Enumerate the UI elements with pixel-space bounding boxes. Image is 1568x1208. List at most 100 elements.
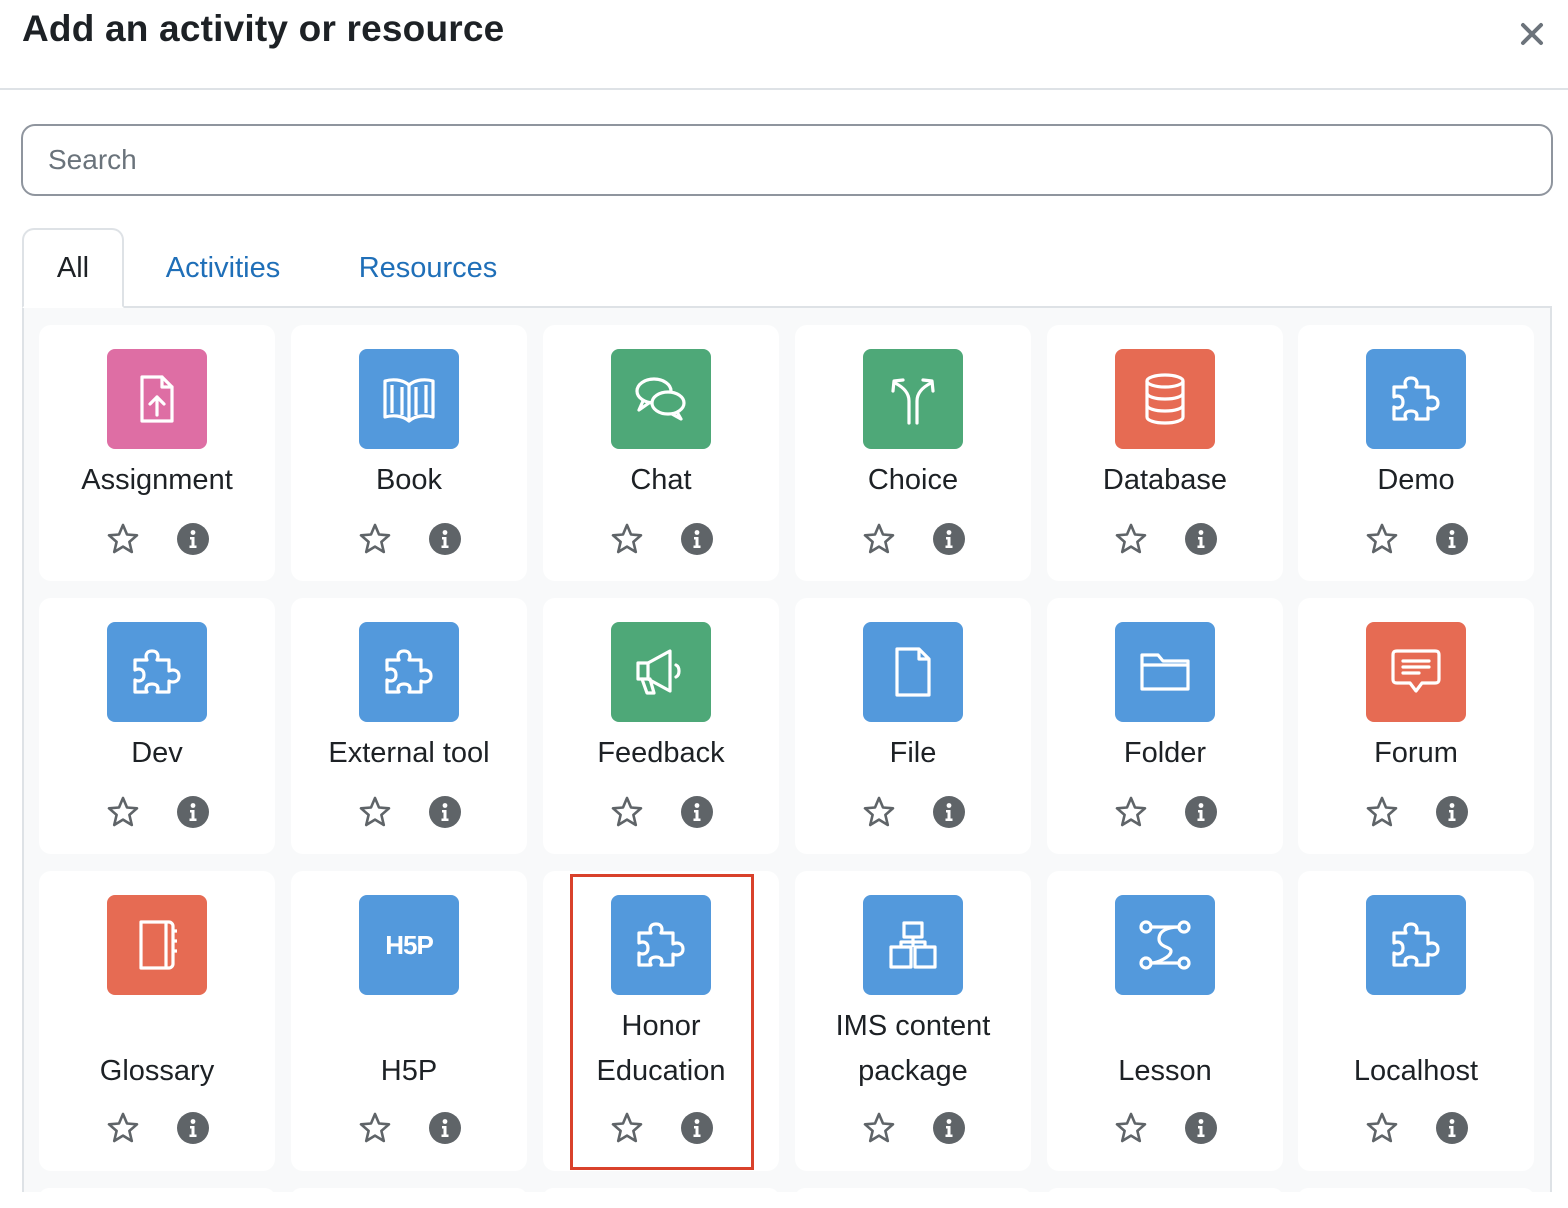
activity-card[interactable]: Book [291, 325, 527, 581]
glossary-icon [107, 895, 207, 995]
info-icon[interactable] [177, 523, 209, 555]
file-icon [863, 622, 963, 722]
h5p-logo-text: H5P [385, 929, 434, 960]
database-icon [1115, 349, 1215, 449]
star-icon[interactable] [357, 794, 393, 830]
star-icon[interactable] [609, 521, 645, 557]
star-icon[interactable] [609, 794, 645, 830]
activity-name: Choice [867, 464, 959, 496]
tab-label: All [56, 251, 90, 284]
star-icon[interactable] [1113, 1110, 1149, 1146]
tab-bar: All Activities Resources [22, 228, 1552, 308]
info-icon[interactable] [681, 1112, 713, 1144]
folder-icon [1115, 622, 1215, 722]
activity-name: Demo [1377, 464, 1455, 496]
star-icon[interactable] [1113, 521, 1149, 557]
activity-card[interactable]: Assignment [39, 325, 275, 581]
info-icon[interactable] [1436, 523, 1468, 555]
activity-name: Lesson [1118, 1055, 1212, 1087]
info-icon[interactable] [1185, 523, 1217, 555]
info-icon[interactable] [1436, 1112, 1468, 1144]
activity-card-partial[interactable] [1047, 1188, 1283, 1208]
activity-card[interactable]: Demo [1298, 325, 1534, 581]
close-icon [1521, 23, 1543, 45]
info-icon[interactable] [933, 1112, 965, 1144]
info-icon[interactable] [1185, 796, 1217, 828]
info-icon[interactable] [681, 796, 713, 828]
dialog-header: Add an activity or resource [0, 0, 1568, 90]
book-icon [359, 349, 459, 449]
activity-name: Glossary [99, 1055, 215, 1087]
activity-card[interactable]: External tool [291, 598, 527, 854]
tab-activities[interactable]: Activities [150, 228, 296, 308]
activity-name: Localhost [1353, 1055, 1479, 1087]
activity-name: External tool [328, 737, 490, 769]
star-icon[interactable] [1364, 794, 1400, 830]
dialog-title: Add an activity or resource [22, 8, 505, 49]
activity-card[interactable]: H5P H5P [291, 871, 527, 1171]
puzzle-icon [611, 895, 711, 995]
tab-all[interactable]: All [22, 228, 124, 308]
activity-card-partial[interactable] [291, 1188, 527, 1208]
activity-name: File [889, 737, 937, 769]
activity-card[interactable]: Lesson [1047, 871, 1283, 1171]
close-button[interactable] [1512, 16, 1552, 52]
activity-name: Database [1102, 464, 1228, 496]
activity-name: Book [375, 464, 443, 496]
tab-label: Activities [165, 251, 281, 284]
info-icon[interactable] [933, 523, 965, 555]
chat-bubbles-icon [611, 349, 711, 449]
activity-card[interactable]: Folder [1047, 598, 1283, 854]
star-icon[interactable] [105, 521, 141, 557]
activity-card[interactable]: Honor Education [543, 871, 779, 1171]
activity-card-partial[interactable] [1298, 1188, 1534, 1208]
info-icon[interactable] [429, 523, 461, 555]
info-icon[interactable] [429, 796, 461, 828]
activity-name: Forum [1374, 737, 1458, 769]
activity-card-partial[interactable] [543, 1188, 779, 1208]
tab-resources[interactable]: Resources [347, 228, 509, 308]
info-icon[interactable] [177, 796, 209, 828]
star-icon[interactable] [861, 1110, 897, 1146]
activity-card[interactable]: Glossary [39, 871, 275, 1171]
star-icon[interactable] [1364, 1110, 1400, 1146]
star-icon[interactable] [1364, 521, 1400, 557]
activity-card-partial[interactable] [39, 1188, 275, 1208]
star-icon[interactable] [861, 794, 897, 830]
info-icon[interactable] [1436, 796, 1468, 828]
activity-name: Dev [131, 737, 183, 769]
activity-card[interactable]: File [795, 598, 1031, 854]
activity-card[interactable]: Database [1047, 325, 1283, 581]
star-icon[interactable] [357, 521, 393, 557]
lesson-path-icon [1115, 895, 1215, 995]
tab-label: Resources [358, 251, 498, 284]
activity-name: Assignment [81, 464, 233, 496]
activity-card-partial[interactable] [795, 1188, 1031, 1208]
star-icon[interactable] [1113, 794, 1149, 830]
info-icon[interactable] [177, 1112, 209, 1144]
activity-card[interactable]: Feedback [543, 598, 779, 854]
activity-name: IMS content [835, 1010, 991, 1042]
activity-card[interactable]: Chat [543, 325, 779, 581]
star-icon[interactable] [105, 794, 141, 830]
ims-package-icon [863, 895, 963, 995]
activity-card[interactable]: Localhost [1298, 871, 1534, 1171]
activity-name: Honor [621, 1010, 701, 1042]
info-icon[interactable] [1185, 1112, 1217, 1144]
activity-card[interactable]: Dev [39, 598, 275, 854]
activity-card[interactable]: IMS content package [795, 871, 1031, 1171]
activity-card[interactable]: Choice [795, 325, 1031, 581]
assignment-upload-icon [107, 349, 207, 449]
star-icon[interactable] [105, 1110, 141, 1146]
h5p-icon: H5P [359, 895, 459, 995]
info-icon[interactable] [681, 523, 713, 555]
star-icon[interactable] [861, 521, 897, 557]
star-icon[interactable] [357, 1110, 393, 1146]
megaphone-icon [611, 622, 711, 722]
info-icon[interactable] [429, 1112, 461, 1144]
activity-card[interactable]: Forum [1298, 598, 1534, 854]
search-input[interactable] [21, 124, 1553, 196]
star-icon[interactable] [609, 1110, 645, 1146]
info-icon[interactable] [933, 796, 965, 828]
activity-name: Education [596, 1055, 726, 1087]
